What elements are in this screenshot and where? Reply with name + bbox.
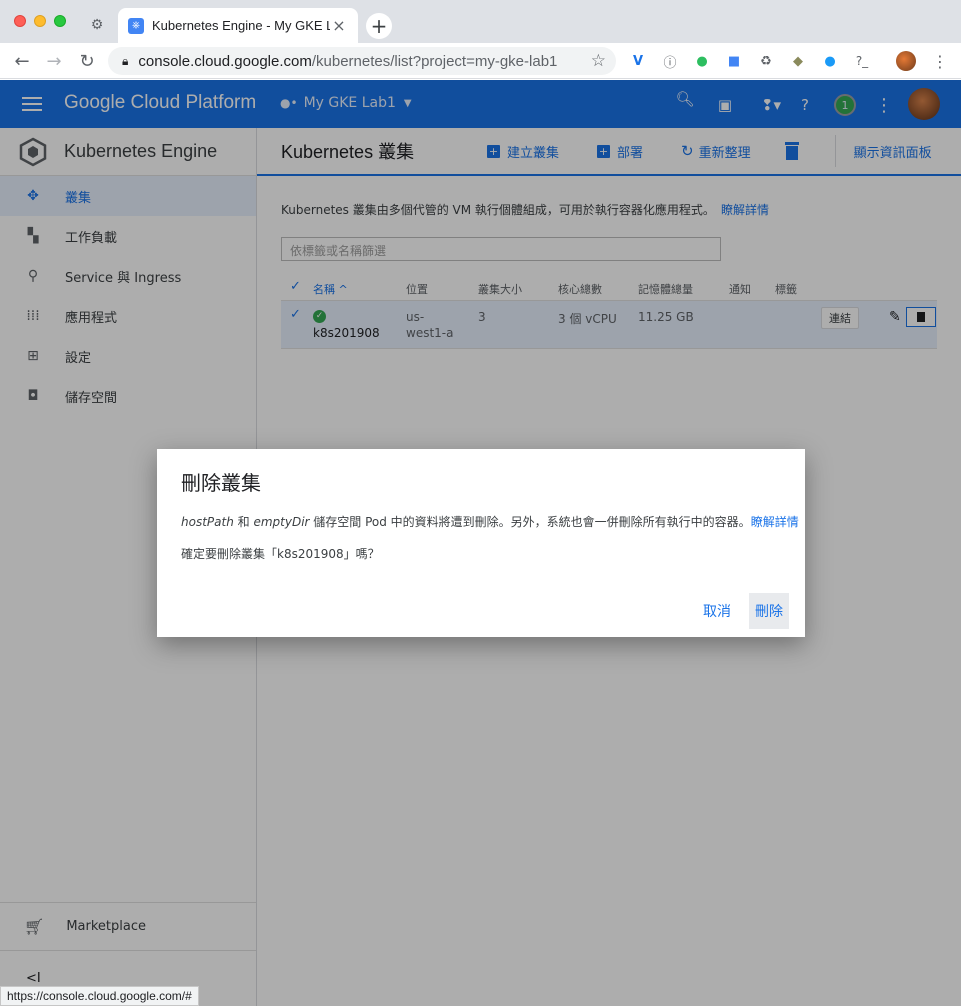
extension-v-icon[interactable]: V	[628, 52, 648, 70]
dialog-learn-more-link[interactable]: 瞭解詳情	[751, 515, 799, 529]
settings-icon: ⚙	[90, 17, 104, 33]
tab-close-icon[interactable]: ×	[330, 16, 348, 35]
window-close-button[interactable]	[14, 15, 26, 27]
extension-terminal-icon[interactable]: ?_	[852, 52, 872, 70]
confirm-delete-button[interactable]: 刪除	[749, 593, 789, 629]
url-path: /kubernetes/list?project=my-gke-lab1	[311, 52, 558, 70]
dialog-confirm-text: 確定要刪除叢集「k8s201908」嗎？	[181, 547, 380, 561]
lock-icon: 🔒︎	[122, 53, 129, 68]
url-text: console.cloud.google.com/kubernetes/list…	[138, 53, 590, 70]
kubernetes-favicon-icon: ⎈	[128, 17, 144, 34]
window-maximize-button[interactable]	[54, 15, 66, 27]
forward-icon[interactable]: →	[42, 49, 66, 73]
extension-info-icon[interactable]: ⓘ	[660, 52, 680, 71]
browser-tabbar: ⚙ ⎈ Kubernetes Engine - My GKE L × +	[0, 0, 961, 43]
emptydir-text: emptyDir	[253, 515, 310, 529]
delete-cluster-dialog: 刪除叢集 hostPath 和 emptyDir 儲存空間 Pod 中的資料將遭…	[157, 449, 805, 637]
window-minimize-button[interactable]	[34, 15, 46, 27]
and-text: 和	[233, 515, 254, 529]
browser-toolbar: ← → ↻ 🔒︎ console.cloud.google.com/kubern…	[0, 43, 961, 79]
pinned-tab[interactable]: ⚙	[80, 12, 114, 38]
bookmark-star-icon[interactable]: ☆	[591, 51, 606, 71]
avatar	[896, 51, 916, 71]
recycle-icon[interactable]: ♻	[756, 52, 776, 70]
browser-tab[interactable]: ⎈ Kubernetes Engine - My GKE L ×	[118, 8, 358, 43]
dialog-message: hostPath 和 emptyDir 儲存空間 Pod 中的資料將遭到刪除。另…	[181, 513, 799, 530]
dialog-message-rest: 儲存空間 Pod 中的資料將遭到刪除。另外，系統也會一併刪除所有執行中的容器。	[309, 515, 751, 529]
cancel-button[interactable]: 取消	[695, 594, 739, 628]
extension-leaf-icon[interactable]: ◆	[788, 52, 808, 70]
evernote-icon[interactable]: ●	[692, 52, 712, 70]
status-bar-url: https://console.cloud.google.com/#	[0, 986, 199, 1006]
tab-title: Kubernetes Engine - My GKE L	[152, 18, 330, 33]
extension-bird-icon[interactable]: ●	[820, 52, 840, 70]
address-bar[interactable]: 🔒︎ console.cloud.google.com/kubernetes/l…	[108, 47, 616, 75]
translate-icon[interactable]: ■	[724, 52, 744, 70]
dialog-title: 刪除叢集	[181, 473, 261, 495]
new-tab-button[interactable]: +	[366, 13, 392, 39]
browser-menu-icon[interactable]: ⋮	[930, 52, 950, 71]
profile-avatar[interactable]	[896, 51, 916, 71]
hostpath-text: hostPath	[181, 515, 234, 529]
back-icon[interactable]: ←	[10, 49, 34, 73]
reload-icon[interactable]: ↻	[75, 49, 99, 73]
url-host: console.cloud.google.com	[138, 52, 312, 70]
